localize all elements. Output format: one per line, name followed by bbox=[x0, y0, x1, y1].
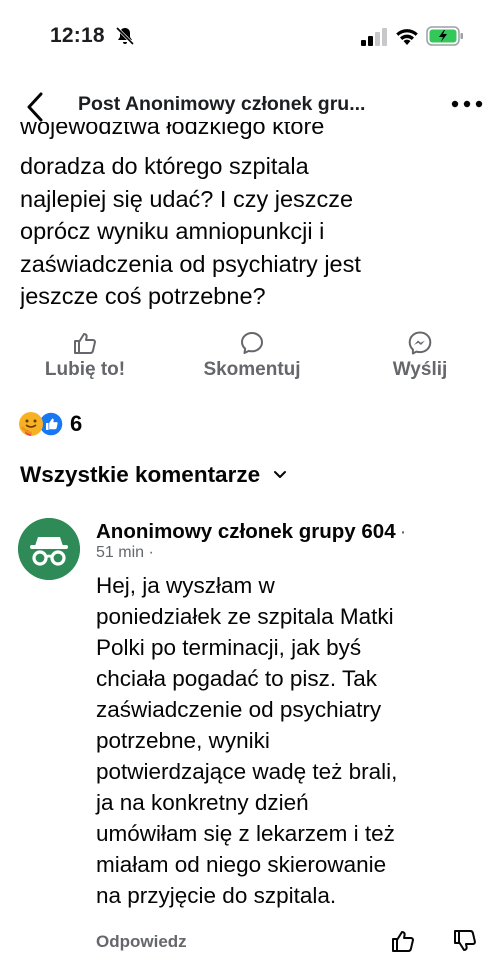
post-body: doradza do którego szpitala najlepiej si… bbox=[20, 153, 361, 309]
downvote-icon[interactable] bbox=[452, 928, 478, 954]
messenger-icon bbox=[408, 331, 432, 355]
more-icon[interactable] bbox=[450, 99, 484, 109]
comments-filter[interactable]: Wszystkie komentarze bbox=[20, 462, 288, 488]
comment-author-separator: · bbox=[399, 520, 407, 543]
anonymous-avatar-icon[interactable] bbox=[18, 518, 80, 580]
post-clipped-text: województwa łódzkiego które bbox=[20, 122, 325, 139]
wifi-icon bbox=[396, 29, 418, 45]
battery-charging-icon bbox=[426, 26, 463, 46]
thumbs-up-icon bbox=[74, 333, 96, 354]
page-title: Post Anonimowy członek gru... bbox=[78, 93, 366, 115]
status-time: 12:18 bbox=[50, 24, 105, 47]
like-button[interactable]: Lubię to! bbox=[30, 330, 140, 381]
comments-title: Wszystkie komentarze bbox=[20, 462, 261, 487]
like-label: Lubię to! bbox=[44, 359, 126, 380]
status-bar: 12:18 bbox=[0, 0, 504, 72]
bell-slash-icon bbox=[115, 26, 135, 46]
comment-timestamp: 51 min · bbox=[96, 544, 154, 561]
reply-button[interactable]: Odpowiedz bbox=[96, 932, 187, 952]
comment-author-name: Anonimowy członek grupy 604 bbox=[96, 520, 396, 543]
post-clipped-line: województwa łódzkiego które bbox=[20, 122, 420, 144]
upvote-icon[interactable] bbox=[390, 928, 416, 954]
comment-label: Skomentuj bbox=[203, 359, 301, 380]
send-button[interactable]: Wyślij bbox=[378, 330, 462, 381]
chevron-left-icon[interactable] bbox=[22, 90, 50, 124]
comment-button[interactable]: Skomentuj bbox=[186, 330, 318, 381]
chevron-down-icon bbox=[274, 471, 287, 478]
signal-icon bbox=[361, 28, 387, 46]
reaction-count: 6 bbox=[70, 411, 83, 436]
reaction-summary[interactable]: 6 bbox=[18, 410, 82, 438]
comment-body: Hej, ja wyszłam w poniedziałek ze szpita… bbox=[96, 573, 398, 908]
care-reaction-icon bbox=[19, 412, 43, 436]
send-label: Wyślij bbox=[392, 359, 448, 380]
speech-bubble-icon bbox=[241, 332, 263, 354]
comment-author[interactable]: Anonimowy członek grupy 604 · bbox=[96, 520, 406, 544]
